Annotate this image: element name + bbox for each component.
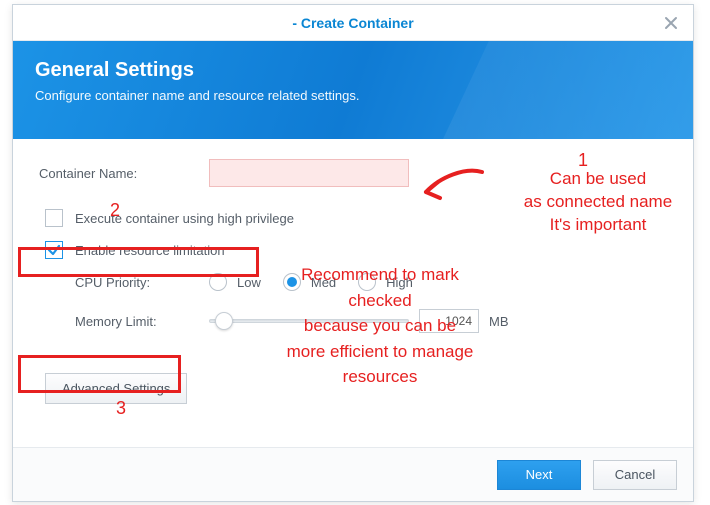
slider-thumb[interactable] [215,312,233,330]
cpu-priority-med-radio[interactable] [283,273,301,291]
memory-limit-label: Memory Limit: [75,314,209,329]
page-subtitle: Configure container name and resource re… [35,88,671,103]
close-icon [664,16,678,30]
slider-track [209,319,409,323]
resource-limit-label: Enable resource limitation [75,243,225,258]
title-bar: - Create Container [13,5,693,41]
cancel-button[interactable]: Cancel [593,460,677,490]
form-body: Container Name: Execute container using … [13,139,693,404]
cpu-priority-label: CPU Priority: [75,275,209,290]
window-title: - Create Container [292,15,413,31]
memory-limit-row: Memory Limit: MB [75,309,667,333]
cpu-priority-high-label: High [386,275,413,290]
cpu-priority-row: CPU Priority: Low Med High [75,273,667,291]
high-privilege-checkbox[interactable] [45,209,63,227]
resource-limit-row: Enable resource limitation [45,241,667,259]
header-banner: General Settings Configure container nam… [13,41,693,139]
high-privilege-label: Execute container using high privilege [75,211,294,226]
dialog-footer: Next Cancel [13,447,693,501]
advanced-settings-button[interactable]: Advanced Settings [45,373,187,404]
check-icon [47,243,61,257]
resource-limit-checkbox[interactable] [45,241,63,259]
next-button[interactable]: Next [497,460,581,490]
cpu-priority-high-radio[interactable] [358,273,376,291]
close-button[interactable] [659,11,683,35]
container-name-label: Container Name: [39,166,209,181]
cpu-priority-low-label: Low [237,275,261,290]
resource-limit-subsection: CPU Priority: Low Med High Memory Limit: [75,273,667,333]
container-name-input[interactable] [209,159,409,187]
container-name-row: Container Name: [39,159,667,187]
high-privilege-row: Execute container using high privilege [45,209,667,227]
page-title: General Settings [35,59,671,82]
memory-limit-unit: MB [489,314,509,329]
cpu-priority-low-radio[interactable] [209,273,227,291]
memory-limit-slider[interactable] [209,313,409,329]
cpu-priority-radios: Low Med High [209,273,429,291]
memory-limit-input[interactable] [419,309,479,333]
cpu-priority-med-label: Med [311,275,336,290]
dialog-window: - Create Container General Settings Conf… [12,4,694,502]
memory-limit-controls: MB [209,309,509,333]
